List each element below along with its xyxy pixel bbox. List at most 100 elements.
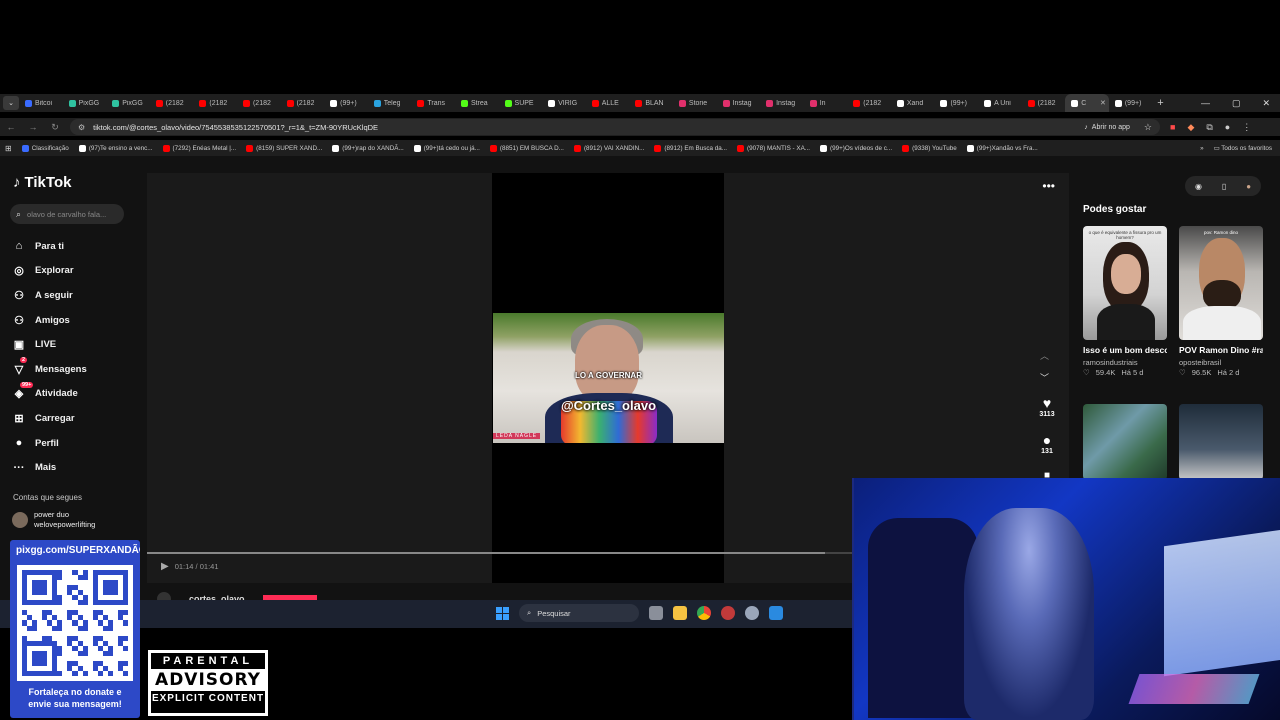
url-field[interactable]: ⚙ tiktok.com/@cortes_olavo/video/7545538… [70,119,1160,135]
browser-tab[interactable]: ALLE [586,94,630,112]
close-window-icon[interactable]: ✕ [1262,98,1270,109]
bookmark-item[interactable]: (8159) SUPER XAND... [241,144,327,152]
nav-item[interactable]: ··· Mais [12,455,87,480]
more-icon: ··· [13,461,25,474]
open-in-app-button[interactable]: ♪ Abrir no app [1084,124,1130,131]
browser-menu-icon[interactable]: ⋮ [1242,122,1251,133]
recommendation-card[interactable] [1179,404,1263,480]
browser-tab[interactable]: (2182 [1022,94,1066,112]
windows-start-icon[interactable] [496,606,509,620]
nav-item[interactable]: ⊞ Carregar [12,406,87,431]
browser-tab[interactable]: Instag [717,94,761,112]
profile-avatar-icon[interactable]: ● [1225,122,1230,133]
tiktok-logo[interactable]: ♪ TikTok [13,174,71,191]
extensions-puzzle-icon[interactable]: ⧉ [1206,122,1212,133]
browser-tab[interactable]: Trans [411,94,455,112]
video-frame[interactable]: LO A GOVERNAR @Cortes_olavo LEDA NAGLE [493,313,724,443]
search-input[interactable]: ⌕ olavo de carvalho fala... [10,204,124,224]
following-user[interactable]: power duo welovepowerlifting [12,510,95,530]
browser-tab[interactable]: PixGG [106,94,150,112]
all-bookmarks-folder[interactable]: ▭ Todos os favoritos [1214,145,1272,152]
chrome-icon[interactable] [697,606,711,620]
back-icon[interactable]: ← [0,122,22,132]
nav-item[interactable]: ⚇ Amigos [12,308,87,333]
browser-tab[interactable]: Teleg [368,94,412,112]
site-info-icon[interactable]: ⚙ [78,123,85,132]
bookmark-item[interactable]: (8912) Em Busca da... [649,144,732,152]
nav-item[interactable]: ◎ Explorar [12,259,87,284]
bookmark-item[interactable]: (99+)Os vídeos de c... [815,144,897,152]
comment-button[interactable]: ● 131 [1033,432,1061,455]
browser-tab[interactable]: C ✕ [1065,94,1109,112]
browser-tab[interactable]: (99+) [1109,94,1153,112]
browser-tab[interactable]: (2182 [281,94,325,112]
bookmark-item[interactable]: (9078) MANTIS - XA... [732,144,815,152]
task-view-icon[interactable] [649,606,663,620]
bookmark-item[interactable]: (99+)Xandão vs Fra... [962,144,1043,152]
recommendation-age: Há 2 d [1217,368,1240,377]
browser-tab[interactable]: In [804,94,848,112]
nav-item[interactable]: ▣ LIVE [12,332,87,357]
settings-icon[interactable] [745,606,759,620]
more-options-icon[interactable]: ••• [1042,179,1055,193]
browser-tab[interactable]: BLAN [629,94,673,112]
recommendation-views: 96.5K [1191,368,1212,377]
browser-tab[interactable]: Strea [455,94,499,112]
browser-tab[interactable]: (99+) [324,94,368,112]
bookmark-item[interactable]: (8851) EM BUSCA D... [485,144,569,152]
app-icon[interactable] [721,606,735,620]
browser-tab[interactable]: Xand [891,94,935,112]
url-text[interactable]: tiktok.com/@cortes_olavo/video/754553853… [93,123,378,132]
device-icon[interactable]: ▯ [1222,182,1226,191]
bookmark-item[interactable]: (99+)rap do XANDÃ... [327,144,408,152]
browser-tab[interactable]: (2182 [150,94,194,112]
bookmark-item[interactable]: (7292) Enéas Metal |... [158,144,242,152]
browser-tab[interactable]: Bitcoi [19,94,63,112]
bookmarks-overflow-icon[interactable]: » [1200,145,1204,152]
browser-tab[interactable]: SUPE [499,94,543,112]
close-tab-icon[interactable]: ✕ [1100,99,1106,107]
bookmark-item[interactable]: (97)Te ensino a venc... [74,144,158,152]
new-tab-button[interactable]: + [1152,97,1168,109]
browser-tab[interactable]: A Úni [978,94,1022,112]
apps-grid-icon[interactable]: ⊞ [0,144,17,153]
nav-item[interactable]: ⌂ Para ti [12,234,87,259]
maximize-icon[interactable]: ▢ [1232,98,1241,109]
user-avatar-icon[interactable]: ● [1246,182,1251,191]
forward-icon[interactable]: → [22,122,44,132]
next-video-icon[interactable]: ﹀ [1040,371,1049,384]
bookmark-star-icon[interactable]: ☆ [1144,122,1152,133]
recommendation-card[interactable]: o que é equivalente a fissura pro um hom… [1083,226,1167,377]
tab-label: C [1081,99,1087,107]
previous-video-icon[interactable]: ︿ [1040,349,1049,362]
tab-search-chevron-icon[interactable]: ⌄ [3,96,19,110]
like-button[interactable]: ♥ 3113 [1033,395,1061,418]
nav-item[interactable]: ⚇ A seguir [12,283,87,308]
app-blue-icon[interactable] [769,606,783,620]
recommendation-card[interactable] [1083,404,1167,480]
file-explorer-icon[interactable] [673,606,687,620]
bookmark-item[interactable]: (8912) VAI XANDIN... [569,144,649,152]
extension-shield-icon[interactable]: ◆ [1187,122,1194,133]
browser-tab[interactable]: VIRIG [542,94,586,112]
taskbar-search[interactable]: ⌕ Pesquisar [519,604,639,622]
bookmark-item[interactable]: (9338) YouTube [897,144,962,152]
browser-tab[interactable]: (2182 [193,94,237,112]
browser-tab[interactable]: PixGG [63,94,107,112]
minimize-icon[interactable]: — [1201,98,1210,109]
browser-tab[interactable]: Instag [760,94,804,112]
browser-tab[interactable]: (2182 [847,94,891,112]
nav-item[interactable]: ▽ Mensagens 2 [12,356,87,382]
reload-icon[interactable]: ↻ [44,122,66,133]
recommendation-card[interactable]: pov: Ramon dino POV Ramon Dino #ramondin… [1179,226,1263,377]
browser-tab[interactable]: (2182 [237,94,281,112]
nav-item[interactable]: ● Perfil [12,431,87,456]
bookmark-item[interactable]: (99+)tá cedo ou já... [409,144,485,152]
extension-red-icon[interactable]: ■ [1170,122,1175,133]
nav-item[interactable]: ◈ Atividade 99+ [12,381,87,407]
bookmark-item[interactable]: Classificação [17,144,74,152]
browser-tab[interactable]: Storie [673,94,717,112]
browser-tab[interactable]: (99+) [934,94,978,112]
coins-icon[interactable]: ◉ [1195,182,1202,191]
play-icon[interactable]: ▶ [161,561,169,572]
